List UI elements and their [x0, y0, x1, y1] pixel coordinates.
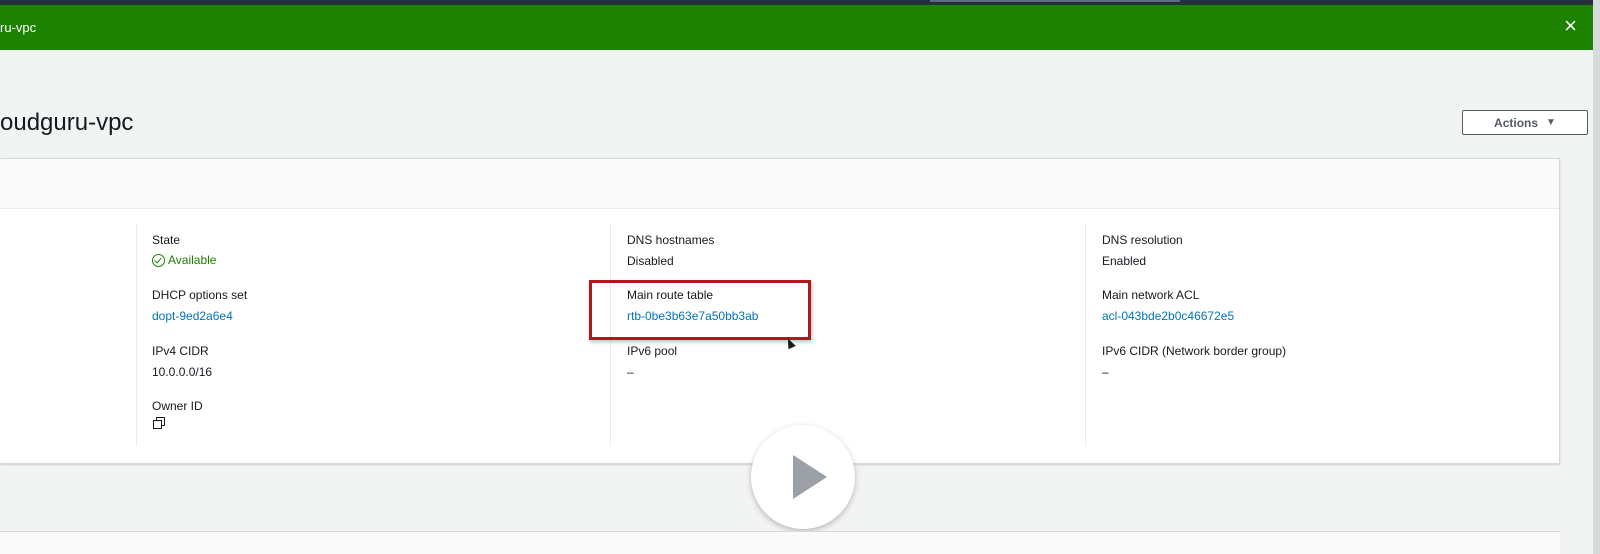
- dns-resolution-label: DNS resolution: [1102, 233, 1183, 247]
- actions-button[interactable]: Actions ▼: [1462, 110, 1588, 135]
- dns-hostnames-value: Disabled: [627, 254, 674, 268]
- state-value: Available: [152, 253, 216, 267]
- actions-button-label: Actions: [1494, 115, 1539, 130]
- close-icon[interactable]: ×: [1564, 15, 1577, 37]
- dhcp-options-label: DHCP options set: [152, 288, 248, 302]
- ipv6-cidr-value: –: [1102, 365, 1109, 379]
- ipv6-pool-value: –: [627, 365, 634, 379]
- state-status-text: Available: [168, 253, 217, 267]
- ipv6-pool-label: IPv6 pool: [627, 344, 678, 358]
- window-edge: [1593, 0, 1600, 554]
- column-divider: [1085, 224, 1086, 446]
- dns-hostnames-label: DNS hostnames: [627, 233, 715, 247]
- state-label: State: [152, 233, 181, 247]
- browser-tab-indicator: [930, 0, 1180, 2]
- highlight-annotation-box: [589, 280, 811, 340]
- main-network-acl-label: Main network ACL: [1102, 288, 1200, 302]
- play-button[interactable]: [751, 425, 855, 529]
- play-icon: [793, 455, 827, 499]
- ipv4-cidr-value: 10.0.0.0/16: [152, 365, 213, 379]
- owner-id-label: Owner ID: [152, 399, 203, 413]
- check-circle-icon: [152, 253, 165, 267]
- caret-down-icon: ▼: [1546, 117, 1556, 128]
- column-divider: [136, 224, 137, 446]
- success-banner: ru-vpc ×: [0, 5, 1593, 50]
- ipv4-cidr-label: IPv4 CIDR: [152, 344, 209, 358]
- banner-message: ru-vpc: [0, 20, 37, 35]
- page-title: oudguru-vpc: [0, 109, 134, 136]
- dns-resolution-value: Enabled: [1102, 254, 1147, 268]
- copy-icon[interactable]: [153, 417, 165, 429]
- ipv6-cidr-label: IPv6 CIDR (Network border group): [1102, 344, 1287, 358]
- lower-panel: [0, 532, 1560, 554]
- details-panel-header: [0, 159, 1559, 209]
- dhcp-options-link[interactable]: dopt-9ed2a6e4: [152, 309, 233, 323]
- main-network-acl-link[interactable]: acl-043bde2b0c46672e5: [1102, 309, 1234, 323]
